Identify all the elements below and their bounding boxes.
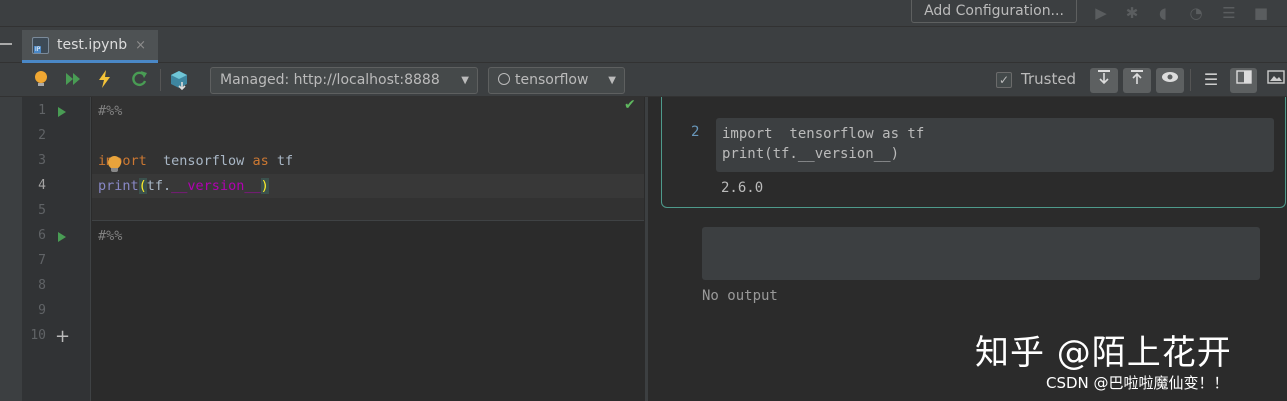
builtin-print: print [98, 178, 139, 194]
dunder-attribute: __version__ [171, 178, 261, 194]
kernel-dropdown[interactable]: tensorflow ▼ [488, 67, 625, 94]
trusted-label: Trusted [1021, 70, 1077, 88]
intention-bulb-icon[interactable] [108, 156, 121, 172]
minimize-icon[interactable] [0, 43, 12, 45]
run-cell-icon[interactable] [58, 232, 66, 242]
watermark-csdn: CSDN @巴啦啦魔仙变！！ [1046, 374, 1229, 392]
code-line-print: print(tf.__version__) [98, 176, 269, 196]
import-file-icon[interactable] [1090, 68, 1118, 93]
preview-eye-icon[interactable] [1156, 68, 1184, 93]
chevron-down-icon: ▼ [608, 75, 616, 86]
keyword-as: as [252, 153, 269, 169]
cell-marker: #%% [98, 228, 123, 244]
line-number: 1 [38, 103, 46, 118]
add-cell-icon[interactable]: + [55, 328, 70, 346]
no-output-label: No output [702, 288, 778, 304]
open-paren: ( [138, 178, 147, 194]
run-toolbar: Add Configuration... ▶ ✱ ◖ ◔ ☰ ■ [0, 0, 1287, 27]
selected-preview-cell[interactable]: 2 import tensorflow as tf print(tf.__vers… [661, 97, 1286, 208]
server-dropdown[interactable]: Managed: http://localhost:8888 ▼ [210, 67, 478, 94]
line-number: 9 [38, 303, 46, 318]
alias-name: tf [268, 153, 294, 169]
coverage-icon[interactable]: ◖ [1153, 3, 1173, 23]
editor-tab-strip: test.ipynb × [0, 27, 1287, 63]
line-number: 5 [38, 203, 46, 218]
line-number: 10 [30, 328, 46, 343]
debug-icon[interactable]: ✱ [1122, 3, 1142, 23]
line-number: 4 [38, 178, 46, 193]
cell-marker: #%% [98, 103, 123, 119]
run-cell-icon[interactable] [58, 107, 66, 117]
notebook-toolbar: Managed: http://localhost:8888 ▼ tensorf… [0, 63, 1287, 97]
preview-code-line: print(tf.__version__) [722, 146, 900, 162]
editor-only-icon[interactable]: ☰ [1200, 69, 1222, 91]
keyword-import: import [98, 153, 147, 169]
split-view-icon[interactable] [1230, 68, 1257, 93]
run-all-icon[interactable] [62, 69, 84, 91]
run-icon[interactable]: ▶ [1091, 3, 1111, 23]
line-number: 3 [38, 153, 46, 168]
kernel-status-icon [498, 73, 510, 85]
object-ref: tf. [146, 178, 172, 194]
empty-code-block[interactable] [702, 227, 1260, 280]
trusted-checkbox[interactable]: ✓ [996, 72, 1012, 88]
preview-only-icon[interactable] [1265, 69, 1287, 91]
tool-window-strip [0, 97, 22, 401]
add-configuration-button[interactable]: Add Configuration... [911, 0, 1077, 23]
toolbar-divider [1190, 69, 1191, 91]
stop-icon[interactable]: ■ [1251, 3, 1271, 23]
lightbulb-icon[interactable] [30, 69, 52, 91]
module-name: tensorflow [146, 153, 253, 169]
tab-label: test.ipynb [57, 37, 128, 53]
toolbar-divider [160, 69, 161, 91]
preview-code-block: import tensorflow as tf print(tf.__versio… [716, 118, 1274, 172]
code-line-import: import tensorflow as tf [98, 151, 293, 171]
server-dropdown-label: Managed: http://localhost:8888 [220, 72, 440, 88]
run-dropdown-icon[interactable]: ☰ [1219, 3, 1239, 23]
export-file-icon[interactable] [1123, 68, 1151, 93]
tab-test-ipynb[interactable]: test.ipynb × [22, 30, 158, 63]
line-gutter: 1 2 3 4 5 6 7 8 9 10 + [22, 97, 91, 401]
restart-kernel-icon[interactable] [128, 69, 150, 91]
profile-icon[interactable]: ◔ [1186, 3, 1206, 23]
line-number: 8 [38, 278, 46, 293]
chevron-down-icon: ▼ [461, 75, 469, 86]
line-number: 2 [38, 128, 46, 143]
cell-output: 2.6.0 [721, 180, 764, 196]
jupyter-server-icon[interactable] [168, 69, 190, 91]
execution-count: 2 [691, 124, 700, 140]
inspection-ok-icon: ✔ [624, 97, 636, 113]
code-editor[interactable]: 1 2 3 4 5 6 7 8 9 10 + #%% import tensor… [22, 97, 644, 401]
watermark-zhihu: 知乎 @陌上花开 [975, 333, 1232, 373]
line-number: 7 [38, 253, 46, 268]
line-number: 6 [38, 228, 46, 243]
interrupt-kernel-icon[interactable] [94, 69, 116, 91]
close-icon[interactable]: × [135, 38, 146, 53]
kernel-dropdown-label: tensorflow [515, 72, 589, 88]
jupyter-notebook-icon [32, 36, 49, 54]
close-paren: ) [260, 178, 269, 194]
preview-code-line: import tensorflow as tf [722, 126, 925, 142]
